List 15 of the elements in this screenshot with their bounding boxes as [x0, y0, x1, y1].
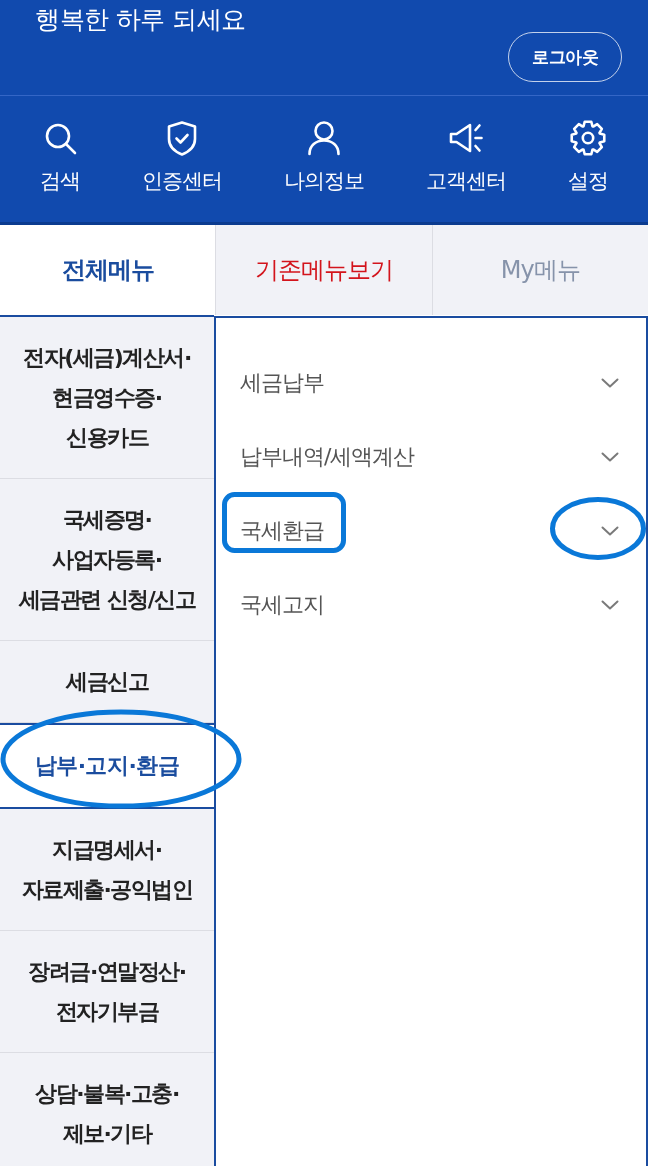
sidebar-menu-item[interactable]: 납부·고지·환급 [0, 723, 214, 809]
submenu-item[interactable]: 국세환급 [216, 494, 646, 568]
submenu-item[interactable]: 국세고지 [216, 568, 646, 642]
submenu-item[interactable]: 세금납부 [216, 346, 646, 420]
quick-menu-button[interactable]: 인증센터 [142, 120, 222, 195]
settings-icon [570, 120, 606, 156]
person-icon [306, 120, 342, 156]
submenu-item[interactable]: 납부내역/세액계산 [216, 420, 646, 494]
menu-tab[interactable]: 기존메뉴보기 [216, 225, 433, 315]
logout-button[interactable]: 로그아웃 [508, 32, 622, 82]
quick-menu-button[interactable]: 고객센터 [426, 120, 506, 195]
greeting-text: 행복한 하루 되세요 [35, 4, 246, 36]
quick-menu-button[interactable]: 나의정보 [284, 120, 364, 195]
quick-menu-button[interactable]: 검색 [40, 120, 80, 195]
quick-menu-button[interactable]: 설정 [568, 120, 608, 195]
